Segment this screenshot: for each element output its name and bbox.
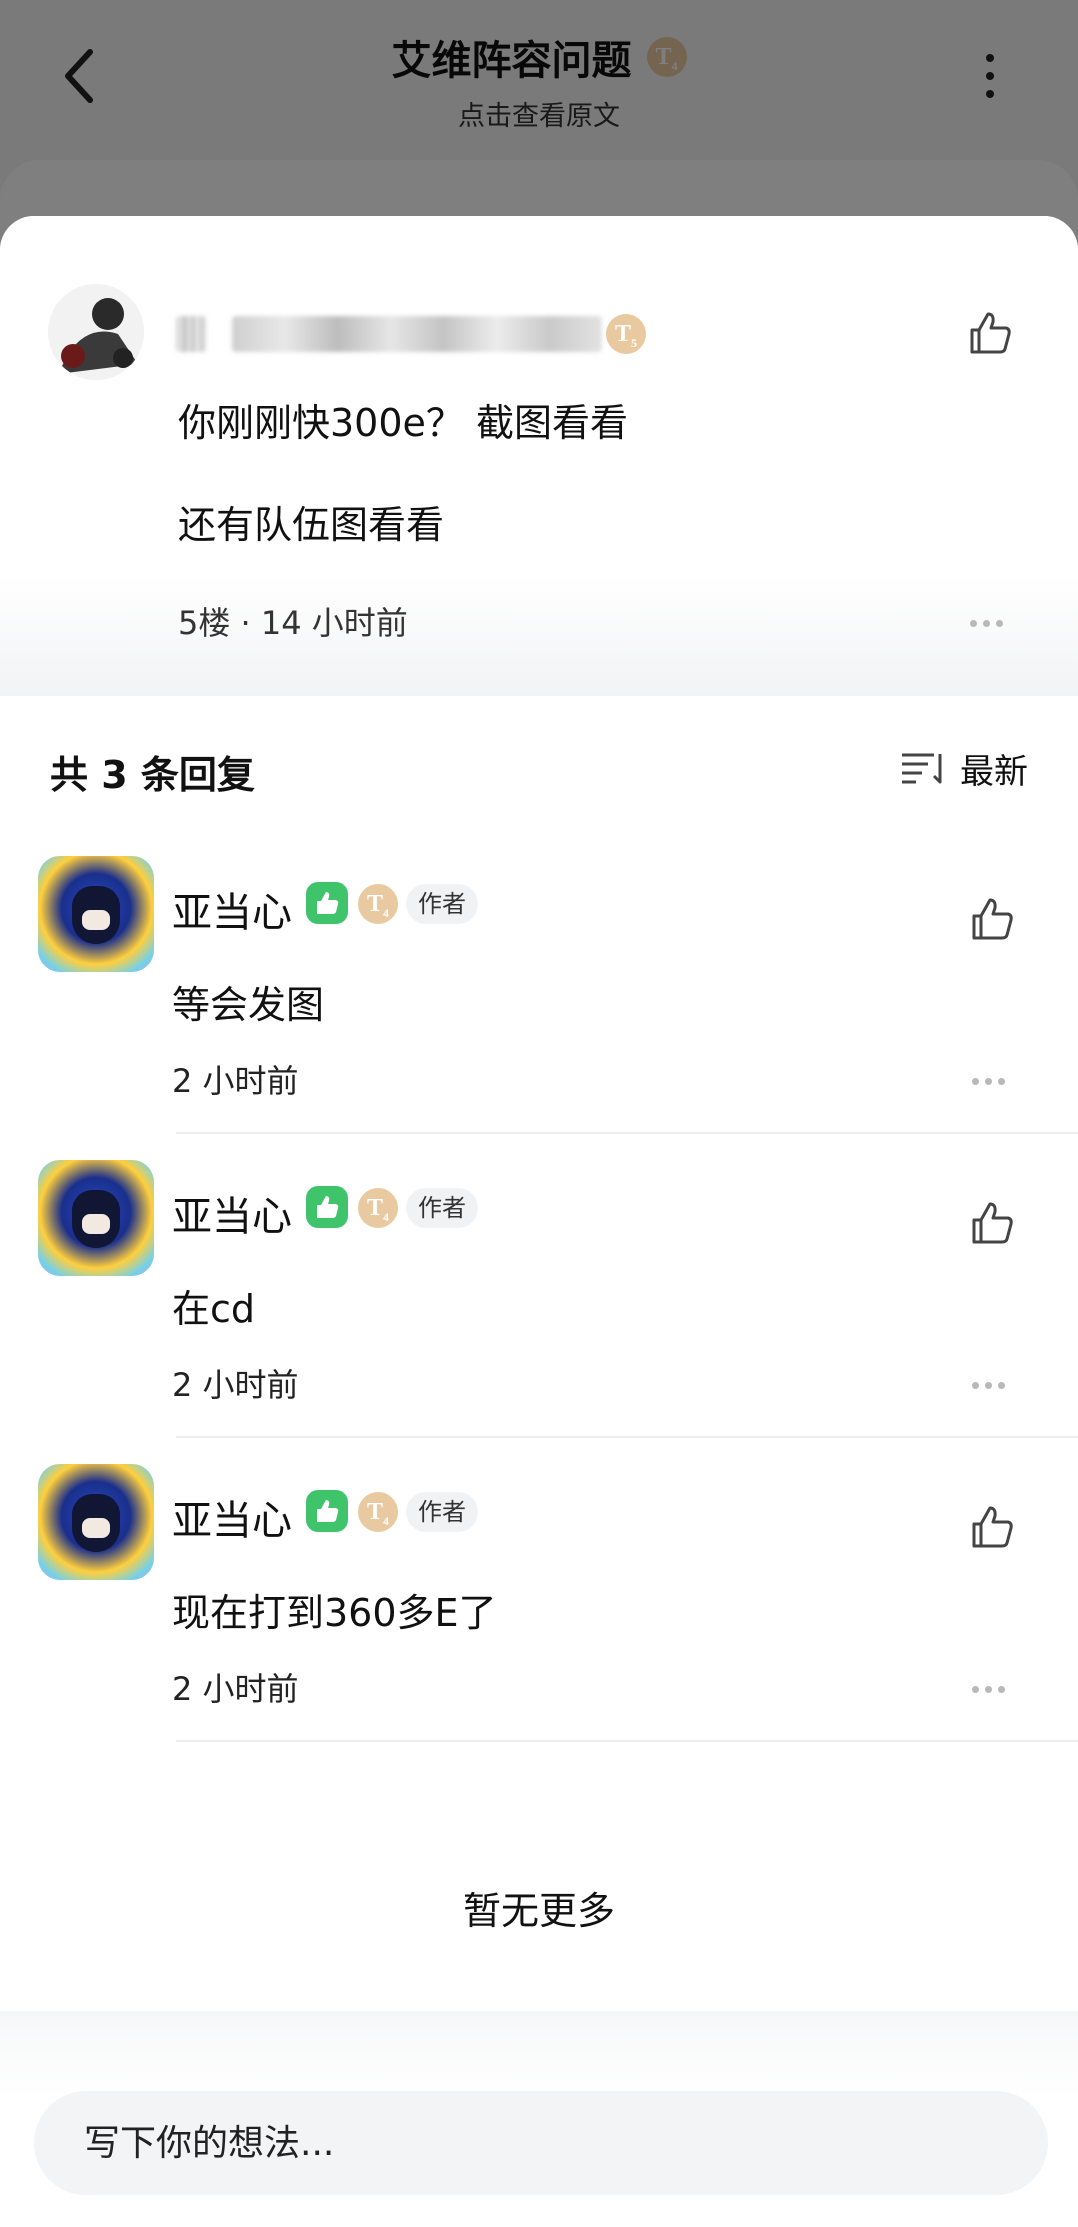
reply-username[interactable]: 亚当心: [172, 1488, 292, 1546]
author-tag: 作者: [406, 884, 478, 924]
thumbs-up-badge-icon: [306, 1186, 348, 1228]
like-icon[interactable]: [966, 1502, 1016, 1552]
sort-label: 最新: [960, 752, 1028, 792]
level-badge: T5: [606, 314, 646, 354]
more-horizontal-icon[interactable]: [972, 1070, 1012, 1085]
author-tag: 作者: [406, 1492, 478, 1532]
avatar[interactable]: [38, 856, 154, 972]
comment-text: 你刚刚快300e？ 截图看看: [178, 401, 628, 445]
reply-text: 现在打到360多E了: [172, 1591, 497, 1635]
reply-time: 2 小时前: [172, 1062, 299, 1100]
more-horizontal-icon[interactable]: [972, 1374, 1012, 1389]
end-of-list-text: 暂无更多: [462, 1889, 615, 1933]
comment-input[interactable]: [34, 2091, 1048, 2195]
level-badge: T4: [358, 884, 398, 924]
username-blurred[interactable]: [176, 312, 606, 356]
comment-text: 还有队伍图看看: [178, 503, 445, 547]
sort-icon: [902, 753, 942, 784]
level-badge: T4: [358, 1492, 398, 1532]
avatar[interactable]: [38, 1160, 154, 1276]
comment-meta: 5楼 · 14 小时前: [178, 604, 408, 642]
more-horizontal-icon[interactable]: [972, 1678, 1012, 1693]
author-tag: 作者: [406, 1188, 478, 1228]
main-comment: T5 你刚刚快300e？ 截图看看 还有队伍图看看 5楼 · 14 小时前: [0, 216, 1078, 696]
avatar[interactable]: [38, 1464, 154, 1580]
reply-time: 2 小时前: [172, 1670, 299, 1708]
reply-time: 2 小时前: [172, 1366, 299, 1404]
replies-sheet: T5 你刚刚快300e？ 截图看看 还有队伍图看看 5楼 · 14 小时前 共 …: [0, 216, 1078, 2227]
reply-username[interactable]: 亚当心: [172, 880, 292, 938]
more-horizontal-icon[interactable]: [970, 612, 1010, 627]
reply-username[interactable]: 亚当心: [172, 1184, 292, 1242]
reply-count: 共 3 条回复: [50, 753, 255, 797]
like-icon[interactable]: [964, 308, 1014, 358]
divider: [176, 1436, 1078, 1438]
avatar[interactable]: [48, 284, 144, 380]
reply-item: 亚当心 T4 作者 现在打到360多E了 2 小时前: [0, 1464, 1078, 1768]
reply-item: 亚当心 T4 作者 等会发图 2 小时前: [0, 856, 1078, 1160]
thumbs-up-badge-icon: [306, 1490, 348, 1532]
comment-bar: [0, 2011, 1078, 2227]
thumbs-up-badge-icon: [306, 882, 348, 924]
reply-text: 在cd: [172, 1287, 256, 1331]
reply-item: 亚当心 T4 作者 在cd 2 小时前: [0, 1160, 1078, 1464]
divider: [176, 1132, 1078, 1134]
reply-text: 等会发图: [172, 983, 325, 1027]
like-icon[interactable]: [966, 894, 1016, 944]
divider: [176, 1740, 1078, 1742]
like-icon[interactable]: [966, 1198, 1016, 1248]
level-badge: T4: [358, 1188, 398, 1228]
